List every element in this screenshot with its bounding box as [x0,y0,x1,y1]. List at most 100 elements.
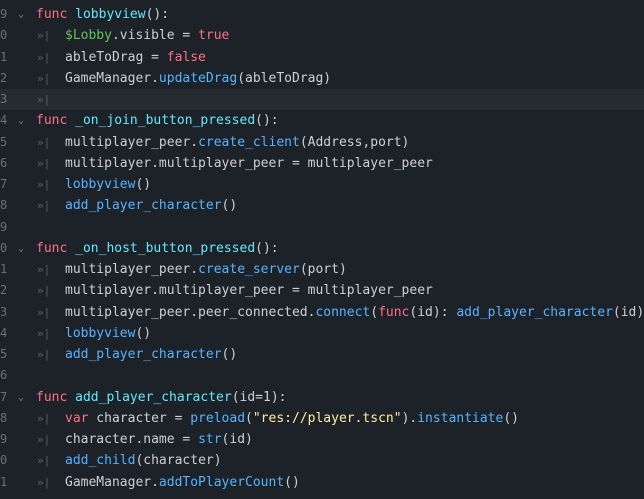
code-text[interactable]: var character = preload("res://player.ts… [65,408,519,429]
code-token: multiplayer_peer. [65,134,199,150]
code-token: add_child [65,453,136,469]
code-token: ableToDrag = [65,49,167,65]
code-text[interactable]: character.name = str(id) [65,429,253,450]
code-token: (id=1): [231,389,287,405]
code-token: lobbyview [65,325,136,341]
code-text[interactable]: add_player_character() [65,344,237,365]
code-line[interactable]: 0 »| $Lobby.visible = true [0,25,644,46]
code-token: multiplayer_peer. [65,262,199,277]
code-token: add_player_character [65,347,222,362]
code-token: (Address,port) [299,134,410,150]
code-token: func [36,113,68,129]
code-token: create_client [198,134,300,150]
code-line[interactable]: 7 ⌄ func add_player_character(id=1): [0,387,644,408]
code-token: updateDrag [158,70,238,86]
code-line[interactable]: 0 ⌄ func _on_host_button_pressed(): [0,238,644,259]
code-text[interactable]: func lobbyview(): [36,4,169,25]
code-token: (): [255,240,279,256]
code-line[interactable]: 5 »| multiplayer_peer.create_client(Addres… [0,132,644,153]
code-line[interactable]: 4 ⌄ func _on_join_button_pressed(): [0,110,644,131]
code-token: instantiate [417,410,504,426]
code-line[interactable]: 6 »| multiplayer.multiplayer_peer = multip… [0,153,644,174]
code-token: add_player_character [456,304,613,320]
code-text[interactable]: add_child(character) [65,450,222,471]
line-number: 9 [0,7,8,21]
code-token: ( [245,410,253,426]
code-text[interactable]: multiplayer.multiplayer_peer = multiplay… [65,153,433,174]
chevron-down-icon[interactable]: ⌄ [14,238,28,259]
code-token: (port) [299,262,347,277]
code-token: () [221,347,238,362]
code-line[interactable]: 8 »| var character = preload("res://player… [0,408,644,429]
code-line[interactable]: 7 »| lobbyview() [0,174,644,195]
code-line[interactable]: 2 »| multiplayer.multiplayer_peer = multip… [0,280,644,301]
code-token: (ableToDrag) [237,70,332,86]
code-editor[interactable]: 9 ⌄ func lobbyview(): 0 »| $Lobby.visible = t… [0,0,644,499]
code-text[interactable]: GameManager.updateDrag(ableToDrag) [65,68,331,89]
code-token: .visible = [111,28,199,44]
code-text[interactable]: multiplayer_peer.create_server(port) [65,259,347,280]
code-text[interactable]: func add_player_character(id=1): [36,387,286,408]
code-token: ). [401,410,418,426]
line-number: 4 [0,113,8,128]
code-text[interactable]: GameManager.addToPlayerCount() [65,472,300,493]
code-line[interactable]: 2 »| GameManager.updateDrag(ableToDrag) [0,68,644,89]
code-line[interactable]: 5 »| add_player_character() [0,344,644,365]
code-token: true [198,28,230,44]
code-text[interactable]: func _on_join_button_pressed(): [36,110,279,131]
code-line[interactable]: 1 »| multiplayer_peer.create_server(port) [0,259,644,280]
tab-indent-icon: »| [37,178,51,191]
tab-indent-icon: »| [37,156,51,170]
code-token: func [36,240,68,256]
code-text[interactable]: func _on_host_button_pressed(): [36,238,279,259]
line-number: 8 [0,198,8,213]
line-number: 6 [0,155,8,170]
code-token: addToPlayerCount [158,474,285,490]
code-token: (id): [409,304,457,320]
code-token: false [166,49,206,65]
chevron-down-icon[interactable]: ⌄ [14,387,28,408]
tab-indent-icon: »| [37,71,51,85]
code-token: _on_host_button_pressed [75,240,256,256]
code-line[interactable]: 8 »| add_player_character() [0,195,644,216]
code-line[interactable]: 6 [0,365,644,386]
code-token: GameManager. [65,70,159,86]
code-text[interactable]: add_player_character() [65,195,237,216]
code-line[interactable]: 9 »| character.name = str(id) [0,429,644,450]
code-line[interactable]: 1 »| GameManager.addToPlayerCount() [0,472,644,493]
code-text[interactable]: lobbyview() [65,323,151,344]
code-token: multiplayer.multiplayer_peer = multiplay… [65,155,433,171]
tab-indent-icon: »| [37,50,51,64]
code-text[interactable]: multiplayer.multiplayer_peer = multiplay… [65,280,433,301]
code-token: create_server [198,262,300,277]
code-line[interactable]: 3 »| [0,89,644,110]
code-token: _on_join_button_pressed [75,113,256,129]
code-token: (id)) [612,304,644,320]
line-number: 5 [0,134,8,149]
code-text[interactable]: $Lobby.visible = true [65,25,229,46]
code-text[interactable]: lobbyview() [65,174,151,195]
tab-indent-icon: »| [37,199,51,213]
code-line[interactable]: 0 »| add_child(character) [0,450,644,471]
code-line[interactable]: 1 »| ableToDrag = false [0,47,644,68]
code-line[interactable]: 9 ⌄ func lobbyview(): [0,4,644,25]
code-text[interactable]: ableToDrag = false [65,47,206,68]
chevron-down-icon[interactable]: ⌄ [14,4,28,25]
code-line[interactable]: 4 »| lobbyview() [0,323,644,344]
code-line[interactable]: 3 »| multiplayer_peer.peer_connected.conne… [0,302,644,323]
code-text[interactable]: multiplayer_peer.peer_connected.connect(… [65,302,644,323]
code-token: (): [255,113,279,129]
tab-indent-icon: »| [37,475,51,489]
code-line[interactable]: 9 [0,217,644,238]
line-number: 0 [0,453,8,468]
code-token: func [378,304,410,320]
tab-indent-icon: »| [37,454,51,468]
code-token: character.name = [65,432,199,447]
code-token: add_player_character [65,198,222,214]
code-text[interactable]: multiplayer_peer.create_client(Address,p… [65,132,409,153]
line-number: 3 [0,304,8,319]
code-token: (): [145,7,170,22]
chevron-down-icon[interactable]: ⌄ [14,110,28,131]
